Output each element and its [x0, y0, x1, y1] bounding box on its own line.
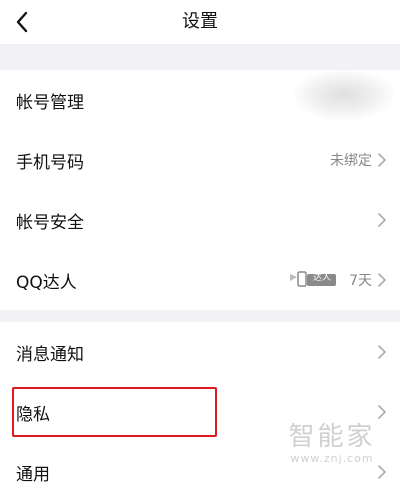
highlight-box: [12, 387, 217, 437]
settings-item-phone-number[interactable]: 手机号码 未绑定: [0, 130, 400, 190]
nav-bar: 设置: [0, 0, 400, 44]
settings-item-label: 帐号安全: [16, 212, 84, 233]
settings-item-qq-master[interactable]: QQ达人 达人 7天: [0, 250, 400, 310]
page-title: 设置: [182, 11, 218, 32]
chevron-right-icon: [378, 345, 386, 359]
watermark-brand: 智能家: [288, 422, 376, 452]
settings-item-label: QQ达人: [16, 272, 77, 293]
settings-item-label: 通用: [16, 464, 50, 485]
chevron-right-icon: [378, 213, 386, 227]
settings-item-account-security[interactable]: 帐号安全: [0, 190, 400, 250]
chevron-right-icon: [378, 273, 386, 287]
section-gap: [0, 310, 400, 322]
qq-master-badge-text: 达人: [312, 273, 331, 283]
chevron-right-icon: [378, 465, 386, 479]
watermark-url: www.znj.com: [290, 452, 374, 465]
settings-item-value: 未绑定: [330, 153, 372, 169]
settings-item-label: 消息通知: [16, 344, 84, 365]
settings-item-label: 手机号码: [16, 152, 84, 173]
settings-item-label: 帐号管理: [16, 92, 84, 113]
chevron-right-icon: [378, 405, 386, 419]
settings-item-notifications[interactable]: 消息通知: [0, 322, 400, 382]
section-gap: [0, 44, 400, 70]
watermark: 智能家 www.znj.com: [272, 422, 392, 466]
settings-item-value: 7天: [349, 273, 372, 289]
chevron-right-icon: [378, 153, 386, 167]
blurred-avatar: [294, 70, 394, 120]
